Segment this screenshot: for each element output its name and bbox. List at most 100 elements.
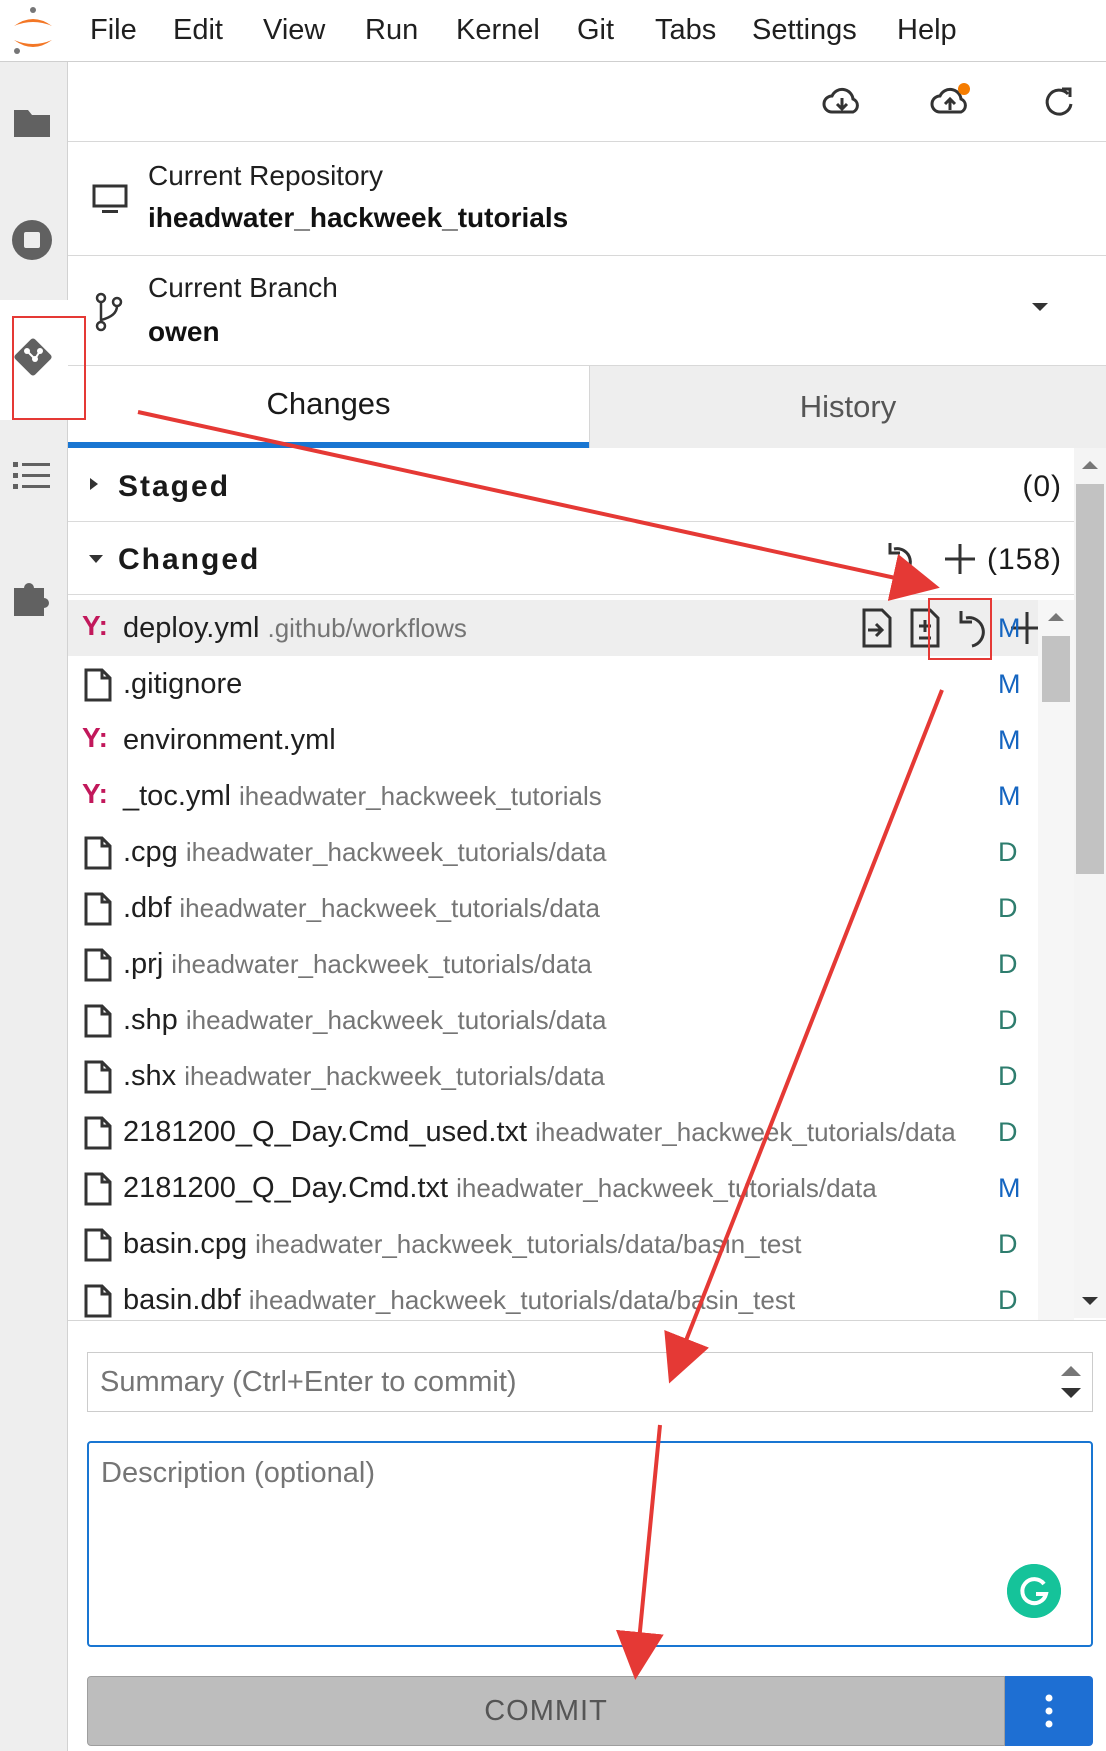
file-row[interactable]: 2181200_Q_Day.Cmd_used.txt iheadwater_hac… — [68, 1104, 1038, 1160]
file-status: D — [998, 1285, 1018, 1315]
scroll-up-icon[interactable] — [1046, 610, 1066, 624]
file-row[interactable]: .shp iheadwater_hackweek_tutorials/data D — [68, 992, 1038, 1048]
file-row[interactable]: basin.dbf iheadwater_hackweek_tutorials/d… — [68, 1272, 1038, 1320]
file-row[interactable]: Y: deploy.yml .github/workflows M — [68, 600, 1038, 656]
branch-name: owen — [148, 316, 220, 347]
annotation-box-stage — [928, 598, 992, 660]
current-repository: Current Repository iheadwater_hackweek_t… — [68, 142, 1106, 256]
file-icon — [84, 836, 112, 870]
jupyter-logo-icon — [14, 7, 52, 54]
file-status: M — [998, 781, 1021, 811]
menu-git[interactable]: Git — [577, 14, 614, 47]
summary-spinner[interactable] — [1052, 1354, 1090, 1410]
monitor-icon — [92, 184, 128, 213]
file-status: D — [998, 1229, 1018, 1259]
folder-icon[interactable] — [10, 100, 54, 144]
file-path: iheadwater_hackweek_tutorials/data — [185, 1005, 607, 1035]
branch-icon — [95, 292, 123, 332]
file-status: D — [998, 1005, 1018, 1035]
file-status: D — [998, 1117, 1018, 1147]
refresh-icon[interactable] — [1036, 82, 1080, 122]
repository-name: iheadwater_hackweek_tutorials — [148, 202, 569, 233]
scroll-up-icon[interactable] — [1080, 458, 1100, 472]
file-row[interactable]: .shx iheadwater_hackweek_tutorials/data D — [68, 1048, 1038, 1104]
file-path: .github/workflows — [267, 613, 467, 643]
file-path: iheadwater_hackweek_tutorials — [238, 781, 602, 811]
file-list-scroll-thumb[interactable] — [1042, 636, 1070, 702]
changed-section-header[interactable]: Changed (158) — [68, 525, 1074, 595]
file-name: 2181200_Q_Day.Cmd.txt iheadwater_hackweek… — [123, 1172, 877, 1204]
file-path: iheadwater_hackweek_tutorials/data/basin… — [255, 1229, 802, 1259]
file-row[interactable]: .gitignore M — [68, 656, 1038, 712]
panel-scroll-thumb[interactable] — [1076, 484, 1104, 874]
file-row[interactable]: Y: _toc.yml iheadwater_hackweek_tutorials… — [68, 768, 1038, 824]
file-name: .dbf iheadwater_hackweek_tutorials/data — [123, 892, 600, 924]
menu-run[interactable]: Run — [365, 14, 418, 47]
discard-all-icon[interactable] — [886, 539, 922, 579]
file-icon — [84, 1060, 112, 1094]
commit-options-button[interactable] — [1005, 1676, 1093, 1746]
tab-history[interactable]: History — [589, 366, 1106, 448]
tab-changes[interactable]: Changes — [68, 366, 589, 448]
file-icon — [84, 1172, 112, 1206]
file-path: iheadwater_hackweek_tutorials/data — [185, 837, 607, 867]
file-icon — [84, 948, 112, 982]
file-row[interactable]: 2181200_Q_Day.Cmd.txt iheadwater_hackweek… — [68, 1160, 1038, 1216]
file-path: iheadwater_hackweek_tutorials/data — [456, 1173, 877, 1203]
file-name: basin.cpg iheadwater_hackweek_tutorials/d… — [123, 1228, 802, 1260]
file-list-scrollbar[interactable] — [1038, 600, 1074, 1320]
puzzle-icon[interactable] — [10, 574, 54, 618]
menu-edit[interactable]: Edit — [173, 14, 223, 47]
git-tabs: Changes History — [68, 366, 1106, 448]
menu-tabs[interactable]: Tabs — [655, 14, 716, 47]
list-icon[interactable] — [10, 454, 54, 498]
scroll-down-icon[interactable] — [1080, 1294, 1100, 1308]
commit-summary-input[interactable] — [87, 1352, 1093, 1412]
stop-circle-icon[interactable] — [10, 218, 54, 262]
file-icon — [84, 1004, 112, 1038]
file-name: .cpg iheadwater_hackweek_tutorials/data — [123, 836, 607, 868]
file-name: deploy.yml .github/workflows — [123, 612, 467, 644]
commit-button[interactable]: COMMIT — [87, 1676, 1005, 1746]
file-path: iheadwater_hackweek_tutorials/data/basin… — [248, 1285, 796, 1315]
grammarly-icon[interactable] — [1007, 1564, 1061, 1618]
stage-all-icon[interactable] — [942, 541, 978, 577]
file-row[interactable]: .cpg iheadwater_hackweek_tutorials/data D — [68, 824, 1038, 880]
chevron-down-icon[interactable] — [1030, 300, 1050, 314]
changed-file-list: Y: deploy.yml .github/workflows M .gitign… — [68, 600, 1038, 1320]
file-name: .prj iheadwater_hackweek_tutorials/data — [123, 948, 592, 980]
cloud-upload-icon[interactable] — [928, 82, 972, 122]
staged-section-header[interactable]: Staged (0) — [68, 452, 1074, 522]
file-row[interactable]: basin.cpg iheadwater_hackweek_tutorials/d… — [68, 1216, 1038, 1272]
file-name: .shx iheadwater_hackweek_tutorials/data — [123, 1060, 605, 1092]
file-status: D — [998, 893, 1018, 923]
caret-down-icon — [89, 555, 103, 563]
file-row[interactable]: Y: environment.yml M — [68, 712, 1038, 768]
file-row[interactable]: .dbf iheadwater_hackweek_tutorials/data D — [68, 880, 1038, 936]
file-name: _toc.yml iheadwater_hackweek_tutorials — [123, 780, 602, 812]
cloud-download-icon[interactable] — [820, 82, 864, 122]
file-status: M — [998, 725, 1021, 755]
branch-label: Current Branch — [148, 272, 338, 303]
git-toolbar — [68, 62, 1106, 142]
file-status: M — [998, 669, 1021, 699]
current-branch[interactable]: Current Branch owen — [68, 256, 1106, 366]
open-file-icon[interactable] — [856, 606, 898, 650]
file-row[interactable]: .prj iheadwater_hackweek_tutorials/data D — [68, 936, 1038, 992]
commit-description-input[interactable] — [87, 1441, 1093, 1647]
changed-title: Changed — [118, 543, 261, 576]
file-icon — [84, 1228, 112, 1262]
menu-kernel[interactable]: Kernel — [456, 14, 540, 47]
repository-label: Current Repository — [148, 160, 383, 191]
more-vertical-icon — [1045, 1694, 1053, 1728]
staged-title: Staged — [118, 470, 231, 503]
menu-file[interactable]: File — [90, 14, 137, 47]
menu-help[interactable]: Help — [897, 14, 957, 47]
menu-settings[interactable]: Settings — [752, 14, 857, 47]
menu-view[interactable]: View — [263, 14, 325, 47]
panel-scrollbar[interactable] — [1074, 448, 1106, 1318]
annotation-box-git — [12, 316, 86, 420]
file-name: 2181200_Q_Day.Cmd_used.txt iheadwater_hac… — [123, 1116, 956, 1148]
file-path: iheadwater_hackweek_tutorials/data — [179, 893, 600, 923]
file-icon — [84, 1284, 112, 1318]
